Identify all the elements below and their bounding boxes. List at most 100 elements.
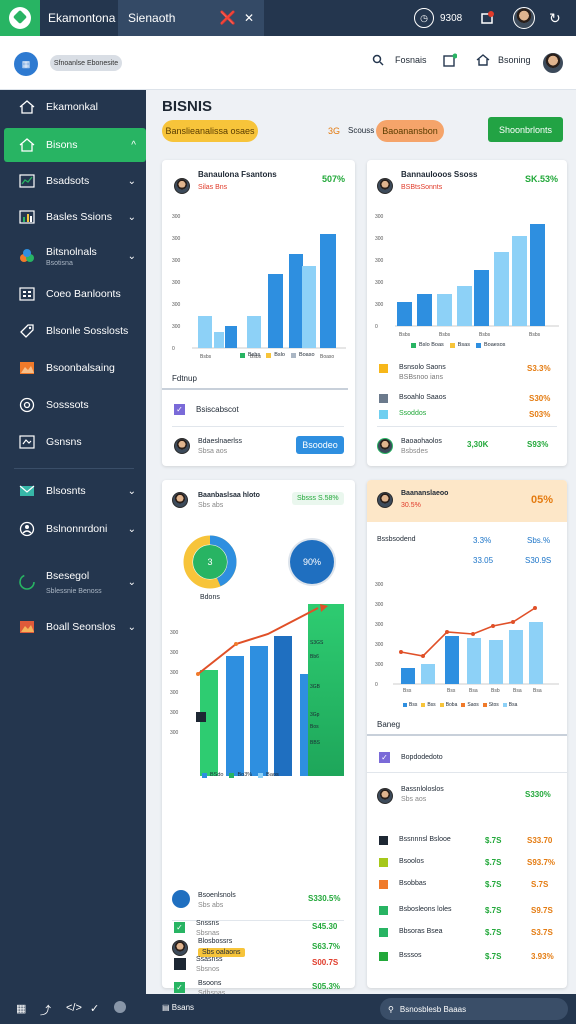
sidebar-item-bsesegol[interactable]: Bsesegol Sblessnie Benoss ⌄ [4,560,146,604]
sidebar-item-gsnsns[interactable]: Gsnsns [4,425,146,459]
workspace-chip[interactable]: Sfnoanlse Ebonesite [50,55,122,71]
svg-text:Bss: Bss [447,688,456,694]
row-value: 3.93% [531,952,554,961]
sidebar-item-sublabel: Sblessnie Benoss [46,587,102,595]
bar [421,664,435,684]
svg-text:Bsa: Bsa [513,688,522,694]
bar [247,316,261,348]
row-value: S330% [525,790,551,799]
code-icon[interactable]: </> [66,1002,82,1014]
svg-text:300: 300 [172,324,181,330]
sidebar-divider [14,468,134,469]
card-title: Baananslaeoo [401,490,449,497]
primary-action-button[interactable]: Shoonbrlonts [488,117,563,142]
check-icon[interactable]: ✓ [90,1002,99,1015]
legend-swatch [240,352,245,358]
metric-card-4: Baananslaeoo 30.5% 05% Bssbsodend 3.3% S… [367,480,567,988]
clock-status[interactable]: ◷ 9308 [414,0,462,36]
row-divider [172,426,344,427]
row-value: S63.7% [312,942,341,951]
row-value: S.7S [531,880,549,889]
svg-text:300: 300 [375,302,384,308]
legend-swatch [476,342,481,348]
button-label: Bsoodeo [302,440,338,450]
row-swatch [379,364,388,373]
svg-text:300: 300 [375,258,384,264]
sidebar-item-bitsnolnals[interactable]: Bitsnolnals Bsotisna ⌄ [4,236,146,276]
grid-icon[interactable]: ▦ [16,1002,26,1015]
legend-item: Saos [467,702,479,708]
svg-text:300: 300 [375,582,384,588]
export-button[interactable] [443,53,458,72]
checkbox[interactable]: ✓ [379,752,390,763]
home-nav-button[interactable]: Bsoning [476,54,531,66]
bar [274,636,292,776]
app-icon[interactable]: ▦ [14,52,38,76]
sidebar-item-sosssots[interactable]: Sosssots [4,388,146,422]
refresh-button[interactable]: ↻ [549,0,561,36]
checkbox[interactable]: ✓ [174,982,185,993]
search-label: Fosnais [395,55,427,65]
grid-icon [18,285,36,303]
bar [302,266,316,348]
row-action-button[interactable]: Bsoodeo [296,436,344,454]
row-divider [367,772,567,773]
sidebar-item-bsoonbalsaing[interactable]: Bsoonbalsaing [4,351,146,385]
bottom-search-input[interactable]: ⚲ Bsnosblesb Baaas [380,998,568,1020]
row-swatch [379,858,388,867]
checkbox[interactable]: ✓ [174,922,185,933]
card-badge: Sbsss S.58% [292,492,344,505]
row-swatch [379,952,388,961]
filter-pill-primary[interactable]: Banslieanalissa osaes [162,120,258,142]
filter-pill-secondary[interactable]: Baoanansbon [376,120,444,142]
row-title: Bbsoras Bsea [399,928,443,935]
legend-swatch [290,352,296,358]
svg-text:300: 300 [170,630,179,636]
row-mid-value: $.7S [485,952,502,961]
legend-swatch [258,772,264,778]
header-avatar[interactable] [542,52,564,74]
tab-sienaoth[interactable]: Sienaoth ❌ ✕ [118,0,264,36]
stat-label: Bssbsodend [377,536,416,543]
people-icon [18,520,36,538]
share-icon[interactable]: ⤴ [40,1002,51,1018]
pill-label: Banslieanalissa osaes [165,126,255,136]
row-title: Bassnloloslos [401,786,444,793]
legend-item: Bslo [274,352,285,358]
sidebar-item-label: Ekamonkal [46,101,98,113]
row-swatch [379,906,388,915]
sidebar-item-coeo-banloonts[interactable]: Coeo Banloonts [4,277,146,311]
card-badge: 05% [531,494,554,506]
sidebar-item-label: Sosssots [46,399,89,411]
sidebar-item-blsonle-sosslosts[interactable]: Blsonle Sosslosts [4,314,146,348]
row-swatch [379,880,388,889]
sidebar-item-bsadsots[interactable]: Bsadsots ⌄ [4,164,146,198]
notification-button[interactable] [480,0,494,36]
pill-mid-label: Scouss [348,126,375,135]
stat-value: 3.3% [473,536,492,545]
svg-text:Boaso: Boaso [320,354,334,360]
refresh-icon: ↻ [549,9,561,26]
sidebar-item-basles-ssions[interactable]: Basles Ssions ⌄ [4,200,146,234]
sidebar-item-blsosnts[interactable]: Blsosnts ⌄ [4,474,146,508]
close-icon[interactable]: ✕ [244,11,254,25]
legend-swatch [229,772,235,778]
bar [226,656,244,776]
card-subtitle: BSBtsSonnts [401,184,443,191]
svg-text:Bsbs: Bsbs [439,332,451,338]
pin-icon[interactable]: ❌ [220,10,236,26]
svg-text:Bb6: Bb6 [310,654,319,660]
sidebar-item-ekamonkal[interactable]: Ekamonkal [4,90,146,124]
app-logo[interactable] [0,0,40,36]
sidebar-item-bslnonnrdoni[interactable]: Bslnonnrdoni ⌄ [4,512,146,546]
legend-swatch [439,703,444,707]
bar [529,622,543,684]
bar [509,630,523,684]
search-button[interactable]: Fosnais [372,54,427,66]
checkbox[interactable]: ✓ [174,404,185,415]
row-mid-value: $.7S [485,928,502,937]
sidebar-item-bisons[interactable]: Bisons ^ [4,128,146,162]
tab-ekamontona[interactable]: Ekamontona [48,0,118,36]
user-avatar[interactable] [513,0,535,36]
sidebar-item-boall-seonslos[interactable]: Boall Seonslos ⌄ [4,610,146,644]
